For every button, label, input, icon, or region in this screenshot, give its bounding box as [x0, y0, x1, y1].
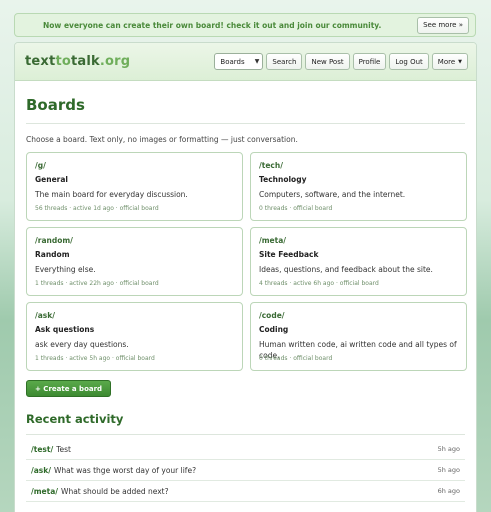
activity-board-link[interactable]: /test/ — [31, 445, 53, 454]
boards-select-value: Boards — [220, 57, 245, 66]
board-path[interactable]: /g/ — [35, 161, 234, 170]
recent-activity-list: /test/ Test 5h ago /ask/ What was thge w… — [26, 439, 465, 502]
board-name: Coding — [259, 325, 289, 334]
board-path[interactable]: /code/ — [259, 311, 458, 320]
board-name: Random — [35, 250, 70, 259]
activity-thread-title[interactable]: What should be added next? — [61, 487, 438, 496]
board-meta: 4 threads · active 6h ago · official boa… — [259, 280, 379, 287]
board-card-meta[interactable]: /meta/ Site Feedback Ideas, questions, a… — [250, 227, 467, 296]
activity-row[interactable]: /ask/ What was thge worst day of your li… — [26, 460, 465, 481]
board-description: ask every day questions. — [35, 340, 129, 349]
top-nav-bar: texttotalk.org Boards ▼ Search New Post … — [15, 43, 476, 81]
board-card-code[interactable]: /code/ Coding Human written code, ai wri… — [250, 302, 467, 371]
chevron-down-icon: ▼ — [458, 58, 462, 65]
logo-text-part: text — [25, 54, 56, 69]
board-path[interactable]: /ask/ — [35, 311, 234, 320]
page-title: Boards — [26, 96, 85, 114]
activity-thread-title[interactable]: Test — [56, 445, 437, 454]
activity-board-link[interactable]: /meta/ — [31, 487, 58, 496]
profile-button[interactable]: Profile — [352, 53, 387, 70]
activity-time: 5h ago — [437, 445, 460, 453]
chevron-down-icon: ▼ — [254, 58, 260, 65]
activity-row[interactable]: /test/ Test 5h ago — [26, 439, 465, 460]
board-meta: 0 threads · official board — [259, 205, 333, 212]
board-card-tech[interactable]: /tech/ Technology Computers, software, a… — [250, 152, 467, 221]
boards-select[interactable]: Boards ▼ — [214, 53, 264, 70]
recent-activity-title: Recent activity — [26, 412, 124, 426]
more-menu-button[interactable]: More ▼ — [431, 53, 468, 70]
see-more-button[interactable]: See more » — [417, 16, 469, 34]
log-out-button[interactable]: Log Out — [389, 53, 429, 70]
board-description: The main board for everyday discussion. — [35, 190, 188, 199]
board-description: Everything else. — [35, 265, 96, 274]
activity-board-link[interactable]: /ask/ — [31, 466, 51, 475]
logo-to-part: to — [55, 54, 71, 69]
board-meta: 0 threads · official board — [259, 355, 333, 362]
board-name: Technology — [259, 175, 307, 184]
activity-time: 6h ago — [437, 487, 460, 495]
board-card-ask[interactable]: /ask/ Ask questions ask every day questi… — [26, 302, 243, 371]
nav-buttons: Boards ▼ Search New Post Profile Log Out… — [214, 53, 468, 70]
divider — [26, 434, 465, 435]
new-post-button[interactable]: New Post — [305, 53, 350, 70]
logo-domain-part: .org — [99, 54, 131, 69]
logo-talk-part: talk — [70, 54, 100, 69]
activity-time: 5h ago — [437, 466, 460, 474]
announcement-text: Now everyone can create their own board!… — [43, 20, 382, 30]
board-path[interactable]: /random/ — [35, 236, 234, 245]
site-logo[interactable]: texttotalk.org — [25, 54, 214, 69]
board-name: Ask questions — [35, 325, 95, 334]
board-description: Ideas, questions, and feedback about the… — [259, 265, 433, 274]
board-name: General — [35, 175, 68, 184]
divider — [26, 123, 465, 124]
more-label: More — [437, 57, 456, 66]
board-path[interactable]: /tech/ — [259, 161, 458, 170]
main-content: Boards Choose a board. Text only, no ima… — [15, 96, 476, 502]
activity-thread-title[interactable]: What was thge worst day of your life? — [54, 466, 438, 475]
board-meta: 1 threads · active 5h ago · official boa… — [35, 355, 155, 362]
board-path[interactable]: /meta/ — [259, 236, 458, 245]
board-card-g[interactable]: /g/ General The main board for everyday … — [26, 152, 243, 221]
search-button[interactable]: Search — [266, 53, 303, 70]
activity-row[interactable]: /meta/ What should be added next? 6h ago — [26, 481, 465, 502]
main-card: texttotalk.org Boards ▼ Search New Post … — [14, 42, 477, 512]
page-intro: Choose a board. Text only, no images or … — [26, 135, 298, 144]
board-meta: 1 threads · active 22h ago · official bo… — [35, 280, 159, 287]
boards-grid: /g/ General The main board for everyday … — [26, 152, 467, 371]
board-name: Site Feedback — [259, 250, 319, 259]
board-meta: 56 threads · active 1d ago · official bo… — [35, 205, 159, 212]
board-card-random[interactable]: /random/ Random Everything else. 1 threa… — [26, 227, 243, 296]
create-board-button[interactable]: + Create a board — [26, 380, 112, 397]
board-description: Computers, software, and the internet. — [259, 190, 406, 199]
announcement-banner: Now everyone can create their own board!… — [14, 13, 476, 37]
